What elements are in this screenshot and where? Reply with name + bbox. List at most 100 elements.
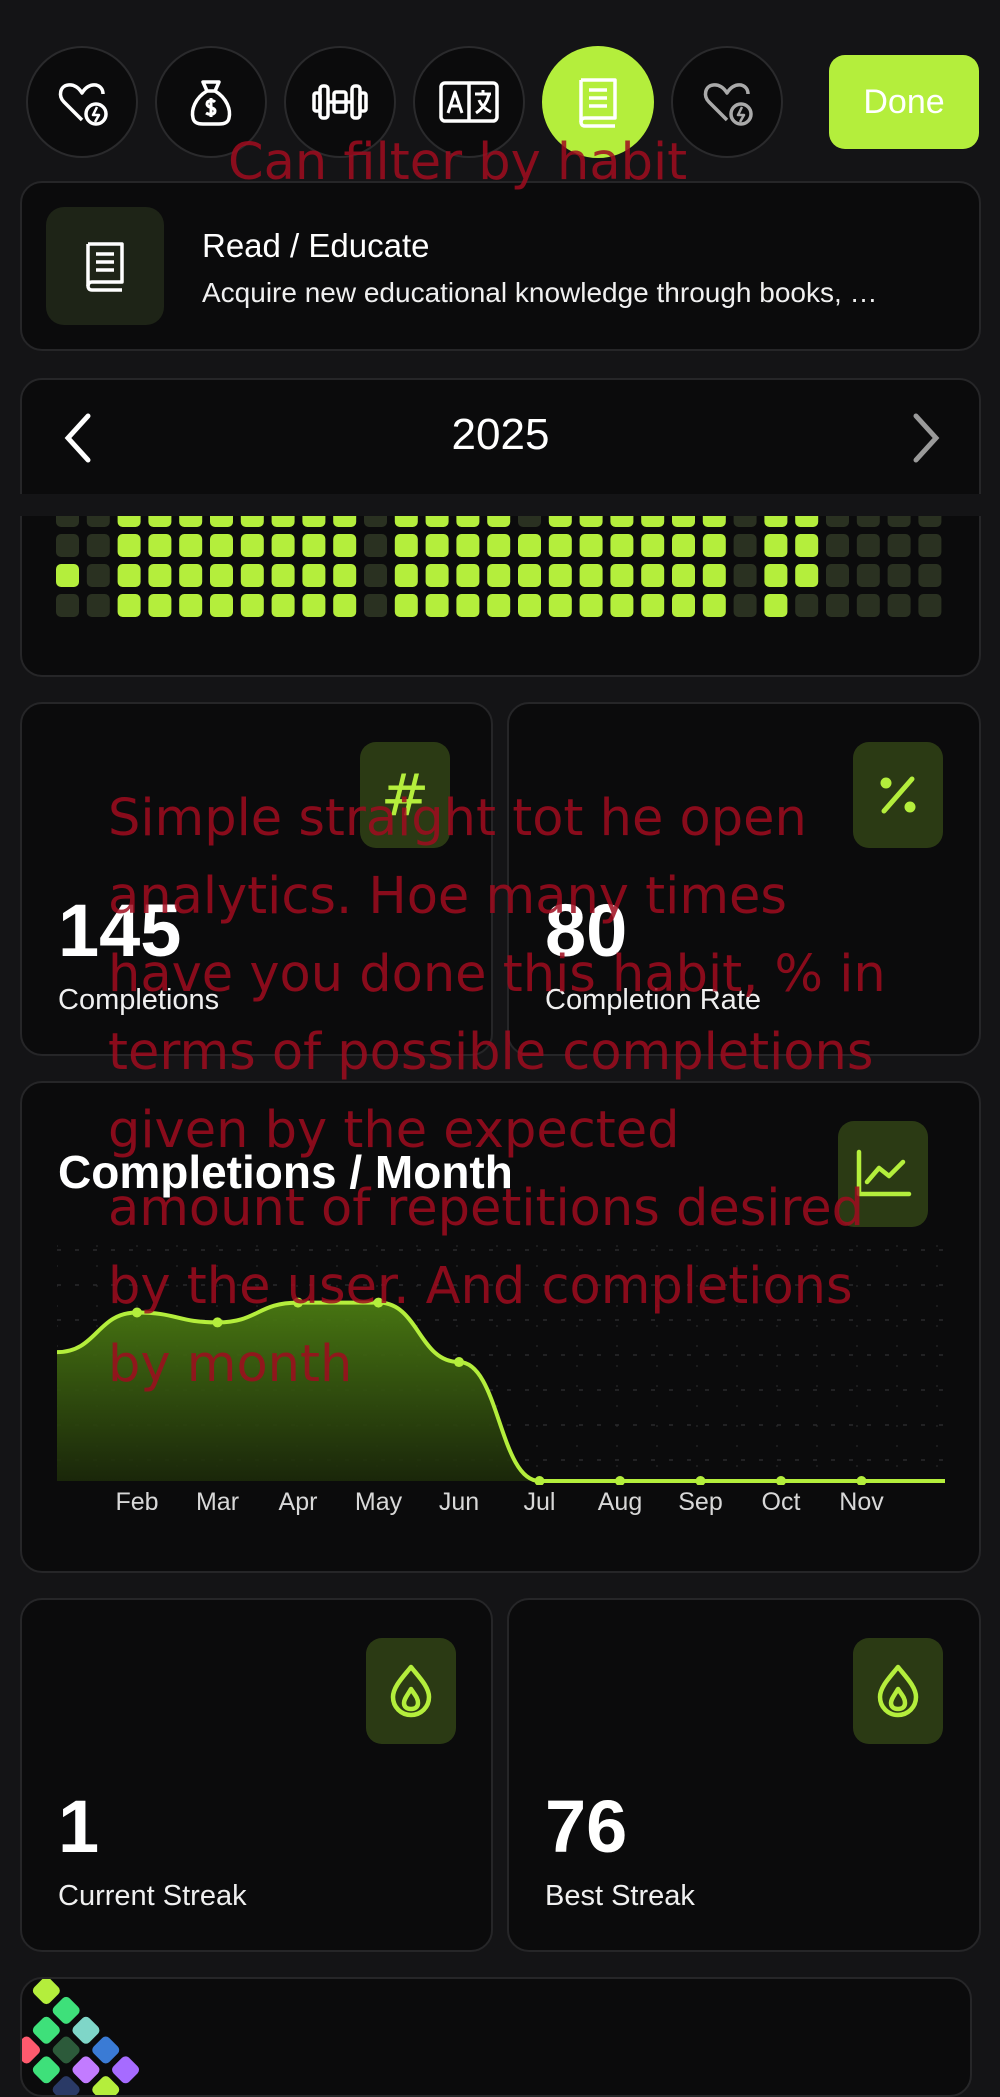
heatmap-cell [241, 534, 264, 557]
data-point [696, 1476, 706, 1485]
next-year-button[interactable] [906, 412, 946, 464]
heatmap-cell [56, 534, 79, 557]
habit-icon-tile [46, 207, 164, 325]
chart-line-icon [853, 1148, 913, 1200]
heatmap-cell [672, 534, 695, 557]
habit-heart-bolt-button[interactable] [26, 46, 138, 158]
heatmap-cell [795, 594, 818, 617]
done-button[interactable]: Done [829, 55, 979, 149]
heatmap-cell [610, 534, 633, 557]
heatmap-cell [333, 564, 356, 587]
completions-label: Completions [58, 984, 219, 1017]
dumbbell-icon [310, 74, 370, 130]
heatmap-scroll-mask [0, 494, 1000, 516]
habit-filter-bar: Done [0, 0, 1000, 180]
heatmap-cell [487, 534, 510, 557]
current-streak-label: Current Streak [58, 1880, 247, 1913]
habit-read-button[interactable] [542, 46, 654, 158]
heatmap-cell [302, 534, 325, 557]
heatmap-cell [395, 564, 418, 587]
heatmap-cell [272, 564, 295, 587]
x-tick-label: Sep [678, 1488, 722, 1517]
heatmap-cell [456, 594, 479, 617]
percent-icon [874, 771, 922, 819]
heatmap-cell [426, 594, 449, 617]
heatmap-cell [179, 516, 202, 527]
heatmap-cell [610, 564, 633, 587]
colorful-tiles-graphic [22, 1979, 322, 2097]
x-tick-label: Oct [762, 1488, 801, 1517]
heatmap-cell [241, 594, 264, 617]
heatmap-cell [672, 564, 695, 587]
current-streak-icon-tile [366, 1638, 456, 1744]
heatmap-cell [888, 594, 911, 617]
heatmap-cell [272, 594, 295, 617]
data-point [213, 1317, 223, 1327]
habit-heart-bolt-button-2[interactable] [671, 46, 783, 158]
x-tick-label: Jun [439, 1488, 479, 1517]
heatmap-cell [272, 516, 295, 527]
next-card-preview [20, 1977, 972, 2097]
heatmap-cell [333, 516, 356, 527]
x-tick-label: Jul [524, 1488, 556, 1517]
heatmap-cell [148, 594, 171, 617]
x-tick-label: Apr [279, 1488, 318, 1517]
heatmap-cell [148, 534, 171, 557]
translate-icon [438, 79, 500, 125]
heatmap-cell [580, 516, 603, 527]
x-tick-label: Mar [196, 1488, 239, 1517]
current-streak-card: 1 Current Streak [20, 1598, 493, 1952]
heatmap-cell [272, 534, 295, 557]
habit-money-button[interactable] [155, 46, 267, 158]
heatmap-cell [703, 516, 726, 527]
heatmap-cell [888, 534, 911, 557]
heatmap-cell [118, 564, 141, 587]
heatmap-cell [888, 564, 911, 587]
heatmap-cell [857, 594, 880, 617]
heatmap-cell [795, 516, 818, 527]
heatmap-cell [918, 516, 941, 527]
heatmap-cell [179, 534, 202, 557]
heatmap-cell [487, 594, 510, 617]
heatmap-cell [395, 594, 418, 617]
heatmap-cell [826, 594, 849, 617]
completions-card: # 145 Completions [20, 702, 493, 1056]
heatmap-cell [210, 516, 233, 527]
heatmap-cell [118, 516, 141, 527]
completion-rate-card: 80 Completion Rate [507, 702, 981, 1056]
completion-rate-icon-tile [853, 742, 943, 848]
habit-title: Read / Educate [202, 227, 430, 265]
heatmap-cell [795, 534, 818, 557]
heatmap-cell [456, 516, 479, 527]
heatmap-cell [87, 516, 110, 527]
data-point [454, 1357, 464, 1367]
heatmap-cell [641, 534, 664, 557]
data-point [857, 1476, 867, 1485]
chart-area [57, 1303, 945, 1481]
heatmap-cell [672, 594, 695, 617]
habit-language-button[interactable] [413, 46, 525, 158]
heatmap-cell [333, 594, 356, 617]
heatmap-cell [826, 516, 849, 527]
heart-bolt-icon [54, 74, 110, 130]
heatmap-cell [857, 516, 880, 527]
heatmap-cell [395, 534, 418, 557]
heatmap-cell [426, 534, 449, 557]
completions-chart [57, 1245, 947, 1485]
heatmap-cell [641, 594, 664, 617]
heatmap-cell [549, 564, 572, 587]
heatmap-cell [364, 534, 387, 557]
heatmap-cell [764, 594, 787, 617]
heatmap-cell [918, 534, 941, 557]
heatmap-cell [487, 516, 510, 527]
heatmap-cell [795, 564, 818, 587]
habit-fitness-button[interactable] [284, 46, 396, 158]
heatmap-cell [826, 534, 849, 557]
heatmap-cell [857, 534, 880, 557]
flame-icon [387, 1663, 435, 1719]
heatmap-cell [487, 564, 510, 587]
completions-value: 145 [58, 894, 181, 968]
year-label: 2025 [22, 410, 979, 460]
book-icon [80, 237, 130, 295]
heatmap-cell [672, 516, 695, 527]
